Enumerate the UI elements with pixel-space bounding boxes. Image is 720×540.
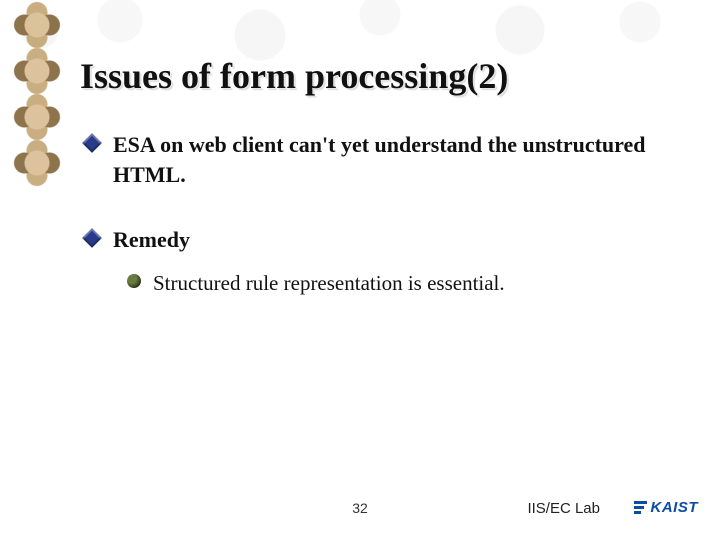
footer: 32 IIS/EC Lab KAIST — [0, 500, 720, 524]
side-ornament — [12, 0, 67, 200]
page-number: 32 — [352, 500, 368, 516]
knot-icon — [12, 92, 62, 142]
slide-body: ESA on web client can't yet understand t… — [85, 130, 680, 297]
bullet-text: Remedy — [113, 225, 190, 255]
lab-label: IIS/EC Lab — [527, 500, 600, 517]
sub-bullet-text: Structured rule representation is essent… — [153, 269, 505, 297]
diamond-bullet-icon — [82, 133, 102, 153]
slide: Issues of form processing(2) ESA on web … — [0, 0, 720, 540]
bullet-text: ESA on web client can't yet understand t… — [113, 130, 680, 189]
knot-icon — [12, 46, 62, 96]
knot-icon — [12, 0, 62, 50]
kaist-bars-icon — [634, 500, 647, 515]
kaist-logo: KAIST — [634, 499, 699, 516]
lens-bullet-icon — [127, 274, 141, 288]
bullet-item: Remedy — [85, 225, 680, 255]
kaist-logo-text: KAIST — [651, 499, 699, 516]
bullet-item: ESA on web client can't yet understand t… — [85, 130, 680, 189]
slide-title: Issues of form processing(2) — [80, 55, 508, 97]
diamond-bullet-icon — [82, 228, 102, 248]
sub-bullet-item: Structured rule representation is essent… — [127, 269, 680, 297]
knot-icon — [12, 138, 62, 188]
